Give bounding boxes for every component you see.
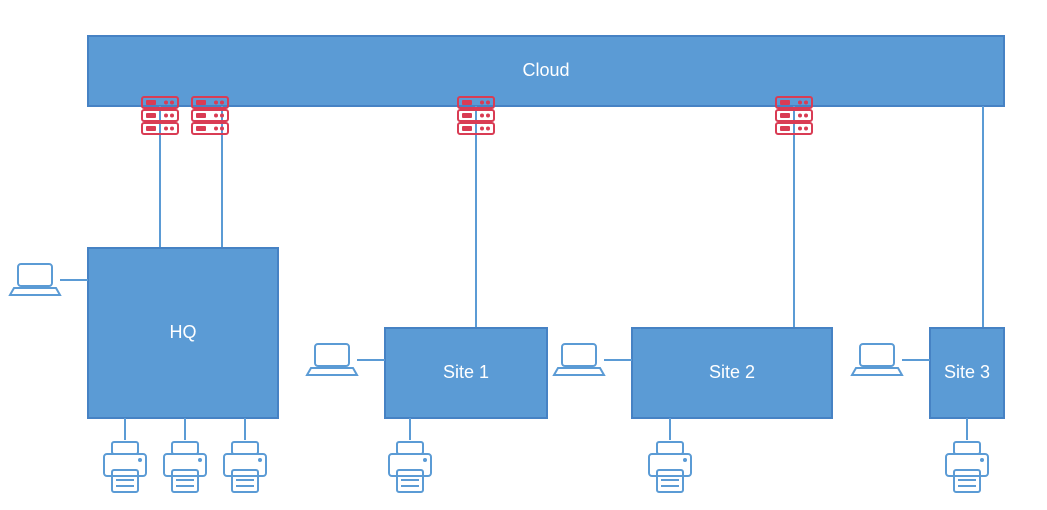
site-label-site3: Site 3 <box>944 362 990 382</box>
printer-icon <box>946 442 988 492</box>
printer-icon <box>389 442 431 492</box>
laptop-icon <box>10 264 60 295</box>
svg-text:Cloud: Cloud <box>522 60 569 80</box>
svg-text:Site 2: Site 2 <box>709 362 755 382</box>
laptop-icon <box>554 344 604 375</box>
printer-icon <box>649 442 691 492</box>
site-label-hq: HQ <box>170 322 197 342</box>
printer-icon <box>164 442 206 492</box>
laptop-icon <box>307 344 357 375</box>
site-label-site1: Site 1 <box>443 362 489 382</box>
svg-text:Site 3: Site 3 <box>944 362 990 382</box>
printer-icon <box>104 442 146 492</box>
laptop-icon <box>852 344 902 375</box>
svg-text:HQ: HQ <box>170 322 197 342</box>
printer-icon <box>224 442 266 492</box>
cloud-label: Cloud <box>522 60 569 80</box>
site-label-site2: Site 2 <box>709 362 755 382</box>
svg-text:Site 1: Site 1 <box>443 362 489 382</box>
